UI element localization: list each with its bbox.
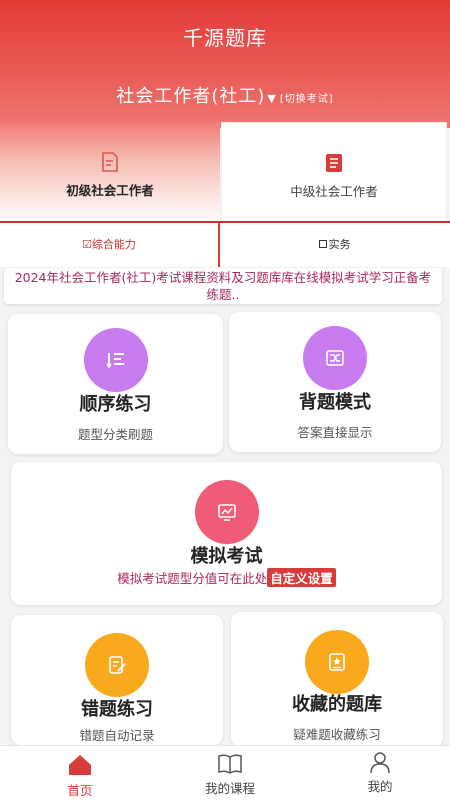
note-edit-icon <box>85 633 149 697</box>
favorites-card[interactable]: 收藏的题库 疑难题收藏练习 <box>231 612 443 747</box>
app-title: 千源题库 <box>183 26 267 50</box>
custom-settings-button[interactable]: 自定义设置 <box>267 568 336 587</box>
sequential-practice-card[interactable]: 顺序练习 题型分类刷题 <box>8 314 223 454</box>
subject-label: 实务 <box>328 238 351 251</box>
memorize-mode-card[interactable]: 背题模式 答案直接显示 <box>229 312 441 452</box>
dropdown-arrow-icon[interactable]: ▼ <box>267 92 275 105</box>
card-description: 模拟考试题型分值可在此处 <box>117 571 268 586</box>
document-icon <box>102 152 118 172</box>
subject-label: ☑综合能力 <box>82 238 136 251</box>
tab-my-courses[interactable]: 我的课程 <box>180 746 280 800</box>
level-tabs: 初级社会工作者 中级社会工作者 <box>0 122 450 222</box>
exam-name[interactable]: 社会工作者(社工) <box>116 86 265 107</box>
app-header: 千源题库 社会工作者(社工) ▼ [切换考试] <box>0 0 450 128</box>
home-icon <box>69 755 91 775</box>
ordered-list-icon <box>83 328 148 392</box>
notice-banner[interactable]: 2024年社会工作者(社工)考试课程资料及习题库库在线模拟考试学习正备考练题.. <box>4 268 442 304</box>
shuffle-icon <box>303 326 367 390</box>
tab-mine[interactable]: 我的 <box>330 746 430 800</box>
checkbox-icon <box>318 240 327 248</box>
subject-tab-practice[interactable]: 实务 <box>222 223 447 267</box>
book-icon <box>218 754 242 774</box>
tab-label: 我的 <box>367 779 393 794</box>
subject-tab-comprehensive[interactable]: ☑综合能力 <box>0 223 220 267</box>
star-book-icon <box>305 630 369 694</box>
mock-exam-card[interactable]: 模拟考试 模拟考试题型分值可在此处 自定义设置 <box>11 462 442 605</box>
tab-label: 我的课程 <box>204 781 255 796</box>
card-description: 题型分类刷题 <box>77 427 153 442</box>
exam-selector[interactable]: 社会工作者(社工) ▼ [切换考试] <box>0 82 450 108</box>
card-title: 背题模式 <box>299 392 371 413</box>
card-title: 模拟考试 <box>190 546 263 567</box>
card-title: 错题练习 <box>81 699 153 720</box>
level-tab-junior[interactable]: 初级社会工作者 <box>0 122 220 222</box>
switch-exam-link[interactable]: [切换考试] <box>280 94 334 105</box>
subject-tabs: ☑综合能力 实务 <box>0 223 450 267</box>
card-title: 收藏的题库 <box>292 694 382 715</box>
tab-label: 首页 <box>67 783 93 798</box>
tab-home[interactable]: 首页 <box>30 746 130 800</box>
level-label: 中级社会工作者 <box>290 184 378 199</box>
card-description: 答案直接显示 <box>297 425 373 440</box>
chart-screen-icon <box>194 480 259 544</box>
person-icon <box>370 752 390 774</box>
bottom-tab-bar: 首页 我的课程 我的 <box>0 745 450 800</box>
card-description: 疑难题收藏练习 <box>293 727 381 742</box>
level-label: 初级社会工作者 <box>66 183 154 198</box>
card-description: 错题自动记录 <box>79 728 155 743</box>
mock-exam-desc-row: 模拟考试题型分值可在此处 自定义设置 <box>11 568 442 587</box>
level-tab-intermediate[interactable]: 中级社会工作者 <box>221 122 447 222</box>
list-document-icon <box>326 154 342 172</box>
card-title: 顺序练习 <box>79 394 152 415</box>
wrong-questions-card[interactable]: 错题练习 错题自动记录 <box>11 615 223 745</box>
